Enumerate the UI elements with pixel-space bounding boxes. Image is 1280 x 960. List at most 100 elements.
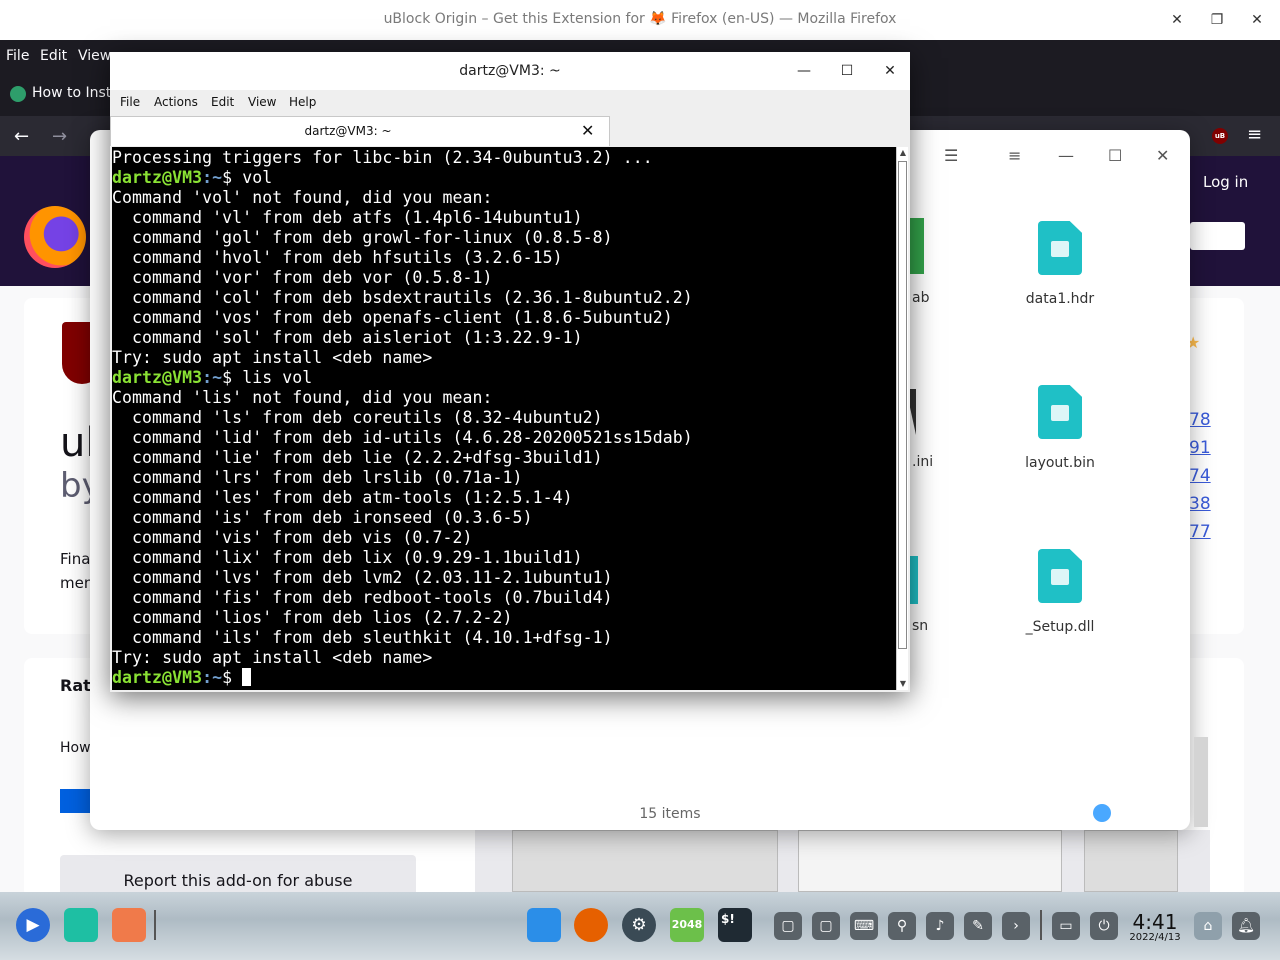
firefox-close-button[interactable]: ✕	[1247, 10, 1267, 30]
trash-icon[interactable]: ⌂	[1194, 912, 1222, 940]
install-button[interactable]	[60, 789, 92, 813]
amo-search-input[interactable]	[1190, 222, 1245, 250]
file-item[interactable]: data1.hdr	[996, 205, 1124, 345]
terminal-scrollbar[interactable]: ▲ ▼	[896, 147, 908, 690]
terminal-minimize-button[interactable]: —	[795, 62, 813, 80]
rating-count-3[interactable]: 74	[1189, 466, 1211, 486]
list-view-icon[interactable]: ☰	[944, 146, 958, 165]
login-link[interactable]: Log in	[1203, 173, 1248, 191]
app-store-icon[interactable]	[527, 908, 561, 942]
terminal-app-icon[interactable]: $!	[718, 908, 752, 942]
terminal-output-line: command 'sol' from deb aisleriot (1:3.22…	[112, 328, 693, 348]
prompt-path: :~	[202, 368, 223, 387]
taskbar-separator	[1040, 910, 1042, 940]
terminal-output[interactable]: Processing triggers for libc-bin (2.34-0…	[112, 147, 896, 690]
pen-icon[interactable]: ✎	[964, 912, 992, 940]
multitask-view-icon[interactable]	[64, 908, 98, 942]
terminal-menu-view[interactable]: View	[248, 95, 276, 109]
firefox-app-icon[interactable]	[574, 908, 608, 942]
line-text: command 'vos' from deb openafs-client (1…	[112, 308, 673, 327]
firefox-window-title: uBlock Origin – Get this Extension for 🦊…	[383, 11, 897, 27]
terminal-menu-file[interactable]: File	[120, 95, 140, 109]
line-text: Command 'vol' not found, did you mean:	[112, 188, 493, 207]
terminal-menu-help[interactable]: Help	[289, 95, 316, 109]
terminal-output-line: command 'les' from deb atm-tools (1:2.5.…	[112, 488, 693, 508]
firefox-minimize-button[interactable]: ✕	[1167, 10, 1187, 30]
terminal-menu-actions[interactable]: Actions	[154, 95, 198, 109]
line-text: vol	[242, 168, 273, 187]
line-text: lis vol	[242, 368, 313, 387]
firefox-restore-button[interactable]: ❐	[1207, 10, 1227, 30]
terminal-titlebar[interactable]: dartz@VM3: ~ — ☐ ✕	[110, 52, 910, 90]
usb-icon[interactable]: ⚲	[888, 912, 916, 940]
scroll-up-icon[interactable]: ▲	[897, 147, 909, 159]
file-item[interactable]: _Setup.dll	[996, 533, 1124, 673]
scroll-down-icon[interactable]: ▼	[897, 678, 909, 690]
line-text: command 'lvs' from deb lvm2 (2.03.11-2.1…	[112, 568, 613, 587]
keyboard-icon[interactable]: ⌨	[850, 912, 878, 940]
prompt-user: dartz@VM3	[112, 168, 203, 187]
workspaces-icon[interactable]	[112, 908, 146, 942]
line-text: command 'sol' from deb aisleriot (1:3.22…	[112, 328, 583, 347]
page-scrollbar[interactable]	[1194, 737, 1208, 827]
zoom-slider-handle[interactable]	[1093, 804, 1111, 822]
clock-date[interactable]: 2022/4/13	[1126, 932, 1184, 943]
rating-count-5[interactable]: 78	[1189, 410, 1211, 430]
ublock-extension-icon[interactable]: uB	[1212, 128, 1228, 144]
forward-arrow-icon[interactable]: →	[52, 126, 67, 147]
line-text: command 'lrs' from deb lrslib (0.71a-1)	[112, 468, 523, 487]
game-2048-icon[interactable]: 2048	[670, 908, 704, 942]
terminal-output-line: command 'vos' from deb openafs-client (1…	[112, 308, 693, 328]
image-file-icon	[1038, 221, 1082, 275]
tab-close-icon[interactable]: ✕	[581, 121, 594, 140]
screenshot-thumbnail[interactable]	[1084, 830, 1178, 892]
launcher-icon[interactable]: ▶	[16, 908, 50, 942]
firefox-menu-edit[interactable]: Edit	[40, 48, 67, 64]
addon-description-1: Fina	[60, 550, 91, 568]
firefox-menu-view[interactable]: View	[78, 48, 111, 64]
terminal-output-line: command 'hvol' from deb hfsutils (3.2.6-…	[112, 248, 693, 268]
clock-time[interactable]: 4:41	[1130, 910, 1180, 934]
volume-icon[interactable]: ♪	[926, 912, 954, 940]
line-text: Try: sudo apt install <deb name>	[112, 348, 433, 367]
file-item[interactable]: layout.bin	[996, 369, 1124, 509]
terminal-output-line: command 'vl' from deb atfs (1.4pl6-14ubu…	[112, 208, 693, 228]
file-label-partial: .ini	[912, 454, 934, 470]
firefox-tab[interactable]: How to Insta	[4, 80, 124, 108]
settings-app-icon[interactable]: ⚙	[622, 908, 656, 942]
how-text: How	[60, 740, 91, 756]
screenshot-thumbnail[interactable]	[798, 830, 1062, 892]
terminal-maximize-button[interactable]: ☐	[838, 62, 856, 80]
power-icon[interactable]: ⏻	[1090, 912, 1118, 940]
screenshot-thumbnail[interactable]	[512, 830, 778, 892]
fm-minimize-button[interactable]: —	[1058, 146, 1074, 165]
terminal-prompt-line: dartz@VM3:~$	[112, 668, 693, 688]
chevron-right-icon[interactable]: ›	[1002, 912, 1030, 940]
scrollbar-thumb[interactable]	[898, 161, 907, 649]
tray-window-icon[interactable]: ▢	[812, 912, 840, 940]
hamburger-menu-icon[interactable]: ≡	[1247, 124, 1262, 145]
menu-icon[interactable]: ≡	[1008, 146, 1021, 165]
terminal-output-line: Command 'vol' not found, did you mean:	[112, 188, 693, 208]
fm-close-button[interactable]: ✕	[1156, 146, 1169, 165]
terminal-close-button[interactable]: ✕	[881, 62, 899, 80]
terminal-menu-edit[interactable]: Edit	[211, 95, 234, 109]
terminal-tab[interactable]: dartz@VM3: ~ ✕	[110, 116, 610, 146]
notification-bell-icon[interactable]: 🔔︎	[1232, 912, 1260, 940]
terminal-cursor	[242, 668, 252, 686]
rating-count-2[interactable]: 38	[1189, 494, 1211, 514]
library-file-icon	[1038, 549, 1082, 603]
back-arrow-icon[interactable]: ←	[14, 126, 29, 147]
rating-count-4[interactable]: 91	[1189, 438, 1211, 458]
firefox-menu-file[interactable]: File	[6, 48, 29, 64]
report-abuse-button[interactable]: Report this add-on for abuse	[60, 855, 416, 897]
rating-count-1[interactable]: 77	[1189, 522, 1211, 542]
file-name: data1.hdr	[1025, 291, 1095, 307]
terminal-output-line: command 'gol' from deb growl-for-linux (…	[112, 228, 693, 248]
notes-icon[interactable]: ▭	[1052, 912, 1080, 940]
terminal-output-line: command 'fis' from deb redboot-tools (0.…	[112, 588, 693, 608]
tray-window-icon[interactable]: ▢	[774, 912, 802, 940]
binary-file-icon	[1038, 385, 1082, 439]
fm-maximize-button[interactable]: ☐	[1108, 146, 1122, 165]
terminal-output-line: command 'ls' from deb coreutils (8.32-4u…	[112, 408, 693, 428]
